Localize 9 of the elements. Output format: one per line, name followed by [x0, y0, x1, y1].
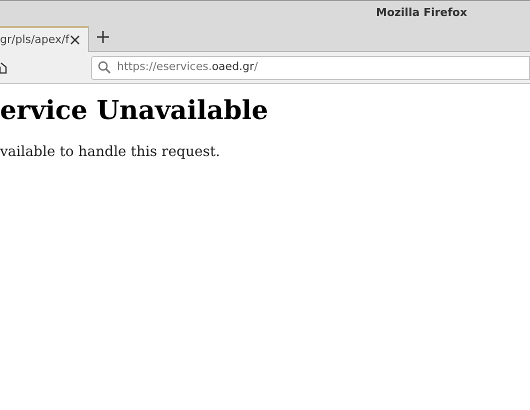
new-tab-icon[interactable]	[97, 31, 109, 43]
error-message: vailable to handle this request.	[0, 143, 222, 162]
browser-tab[interactable]: gr/pls/apex/f	[0, 26, 89, 52]
close-icon[interactable]	[70, 35, 80, 45]
home-icon[interactable]	[0, 62, 8, 74]
window-title: Mozilla Firefox	[376, 4, 468, 21]
address-field[interactable]: https://eservices.oaed.gr/	[91, 56, 530, 80]
page-heading: ervice Unavailable	[0, 95, 270, 128]
search-icon	[98, 61, 111, 74]
